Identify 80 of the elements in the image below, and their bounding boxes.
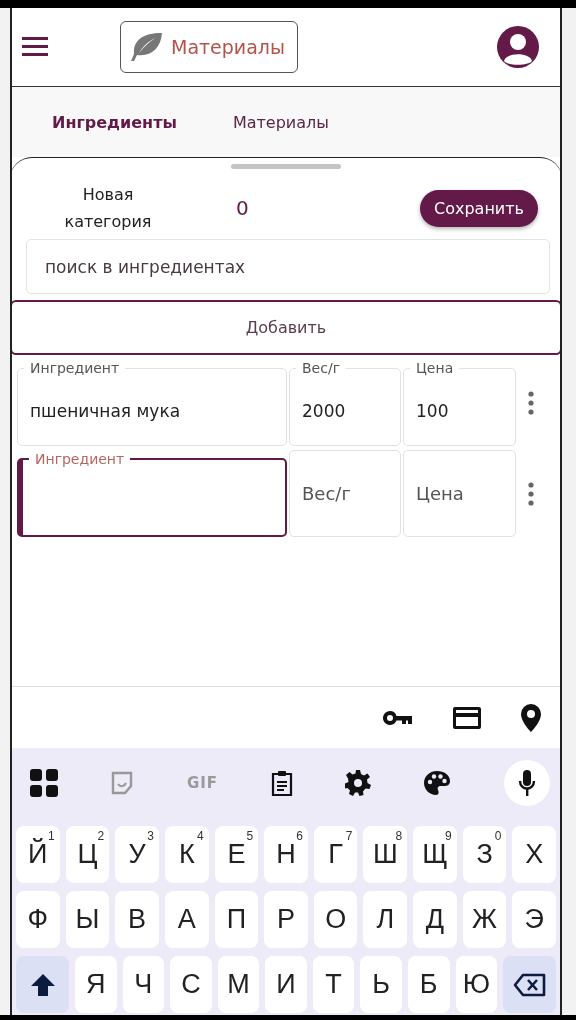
field-label: Ингредиент — [34, 450, 126, 468]
letter-key[interactable]: Ф — [16, 891, 60, 948]
field-input[interactable]: 100 — [404, 401, 515, 421]
settings-icon[interactable] — [345, 770, 371, 796]
key-hint: 7 — [345, 829, 353, 843]
backspace-icon — [512, 972, 547, 997]
key-hint: 8 — [395, 829, 403, 843]
key-hint: 0 — [494, 829, 502, 843]
letter-key[interactable]: Б — [407, 956, 450, 1013]
tab[interactable]: Материалы — [232, 108, 329, 136]
letter-key[interactable]: К 4 — [164, 826, 209, 883]
letter-key[interactable]: Э — [512, 891, 557, 948]
letter-key[interactable]: И — [265, 956, 307, 1013]
letter-key[interactable]: П — [214, 891, 259, 948]
letter-key[interactable]: О — [313, 891, 358, 948]
field-input[interactable]: 2000 — [290, 401, 400, 421]
letter-key[interactable]: Р — [264, 891, 308, 948]
field-label: Вес/г — [301, 359, 341, 377]
field-input[interactable]: пшеничная мука — [18, 401, 286, 421]
letter-key[interactable]: Й 1 — [16, 826, 60, 883]
category-label: Новая категория — [63, 184, 153, 233]
menu-icon[interactable] — [22, 37, 50, 57]
key-hint: 5 — [246, 829, 254, 843]
count-label: 0 — [236, 196, 249, 220]
card-icon[interactable] — [452, 705, 482, 730]
brand-badge[interactable]: Материалы — [120, 21, 298, 73]
field-input[interactable]: Вес/г — [290, 483, 400, 504]
letter-key[interactable]: Ш 8 — [363, 826, 408, 883]
letter-key[interactable]: Д — [413, 891, 457, 948]
shift-key[interactable] — [16, 956, 69, 1013]
more-icon[interactable] — [528, 481, 534, 506]
letter-key[interactable]: Л — [363, 891, 408, 948]
palette-icon[interactable] — [423, 770, 452, 796]
letter-key[interactable]: В — [115, 891, 159, 948]
letter-key[interactable]: Ы — [65, 891, 110, 948]
letter-key[interactable]: М — [217, 956, 260, 1013]
clipboard-icon[interactable] — [270, 770, 293, 796]
microphone-button[interactable] — [503, 760, 550, 806]
field-label: Ингредиент — [29, 359, 121, 377]
text-field[interactable]: Цена — [403, 450, 516, 537]
letter-key[interactable]: С — [170, 956, 212, 1013]
letter-key[interactable]: Ю — [455, 956, 498, 1013]
more-icon[interactable] — [528, 390, 534, 415]
letter-key[interactable]: Н 6 — [264, 826, 308, 883]
tab[interactable]: Ингредиенты — [52, 108, 177, 136]
brand-title: Материалы — [171, 36, 285, 58]
letter-key[interactable]: Е 5 — [214, 826, 259, 883]
add-button[interactable]: Добавить — [12, 300, 560, 355]
letter-key[interactable]: А — [164, 891, 209, 948]
key-icon[interactable] — [382, 709, 414, 726]
key-hint: 3 — [147, 829, 154, 843]
field-input[interactable]: Цена — [404, 483, 515, 504]
letter-key[interactable]: Ц 2 — [65, 826, 110, 883]
letter-key[interactable]: Ь — [360, 956, 402, 1013]
apps-grid-icon[interactable] — [30, 769, 58, 797]
letter-key[interactable]: Ж — [462, 891, 507, 948]
key-hint: 9 — [445, 829, 452, 843]
letter-key[interactable]: З 0 — [462, 826, 507, 883]
letter-key[interactable]: Ч — [122, 956, 165, 1013]
key-hint: 1 — [47, 829, 55, 843]
avatar-icon[interactable] — [496, 25, 540, 69]
backspace-key[interactable] — [503, 956, 557, 1013]
location-pin-icon[interactable] — [520, 703, 542, 732]
letter-key[interactable]: Т — [312, 956, 355, 1013]
search-field[interactable]: поиск в ингредиентах — [26, 239, 550, 294]
letter-key[interactable]: У 3 — [115, 826, 159, 883]
letter-key[interactable]: Г 7 — [313, 826, 358, 883]
leaf-icon — [131, 32, 163, 62]
key-hint: 4 — [196, 829, 204, 843]
save-button[interactable]: Сохранить — [420, 189, 538, 227]
microphone-icon — [517, 769, 536, 797]
text-field[interactable]: Вес/г — [289, 450, 401, 537]
drag-handle[interactable] — [231, 164, 341, 169]
letter-key[interactable]: Щ 9 — [413, 826, 457, 883]
field-label: Цена — [415, 359, 455, 377]
letter-key[interactable]: Я — [75, 956, 117, 1013]
letter-key[interactable]: Х — [512, 826, 557, 883]
key-hint: 2 — [97, 829, 105, 843]
key-hint: 6 — [296, 829, 303, 843]
shift-icon — [29, 972, 56, 997]
